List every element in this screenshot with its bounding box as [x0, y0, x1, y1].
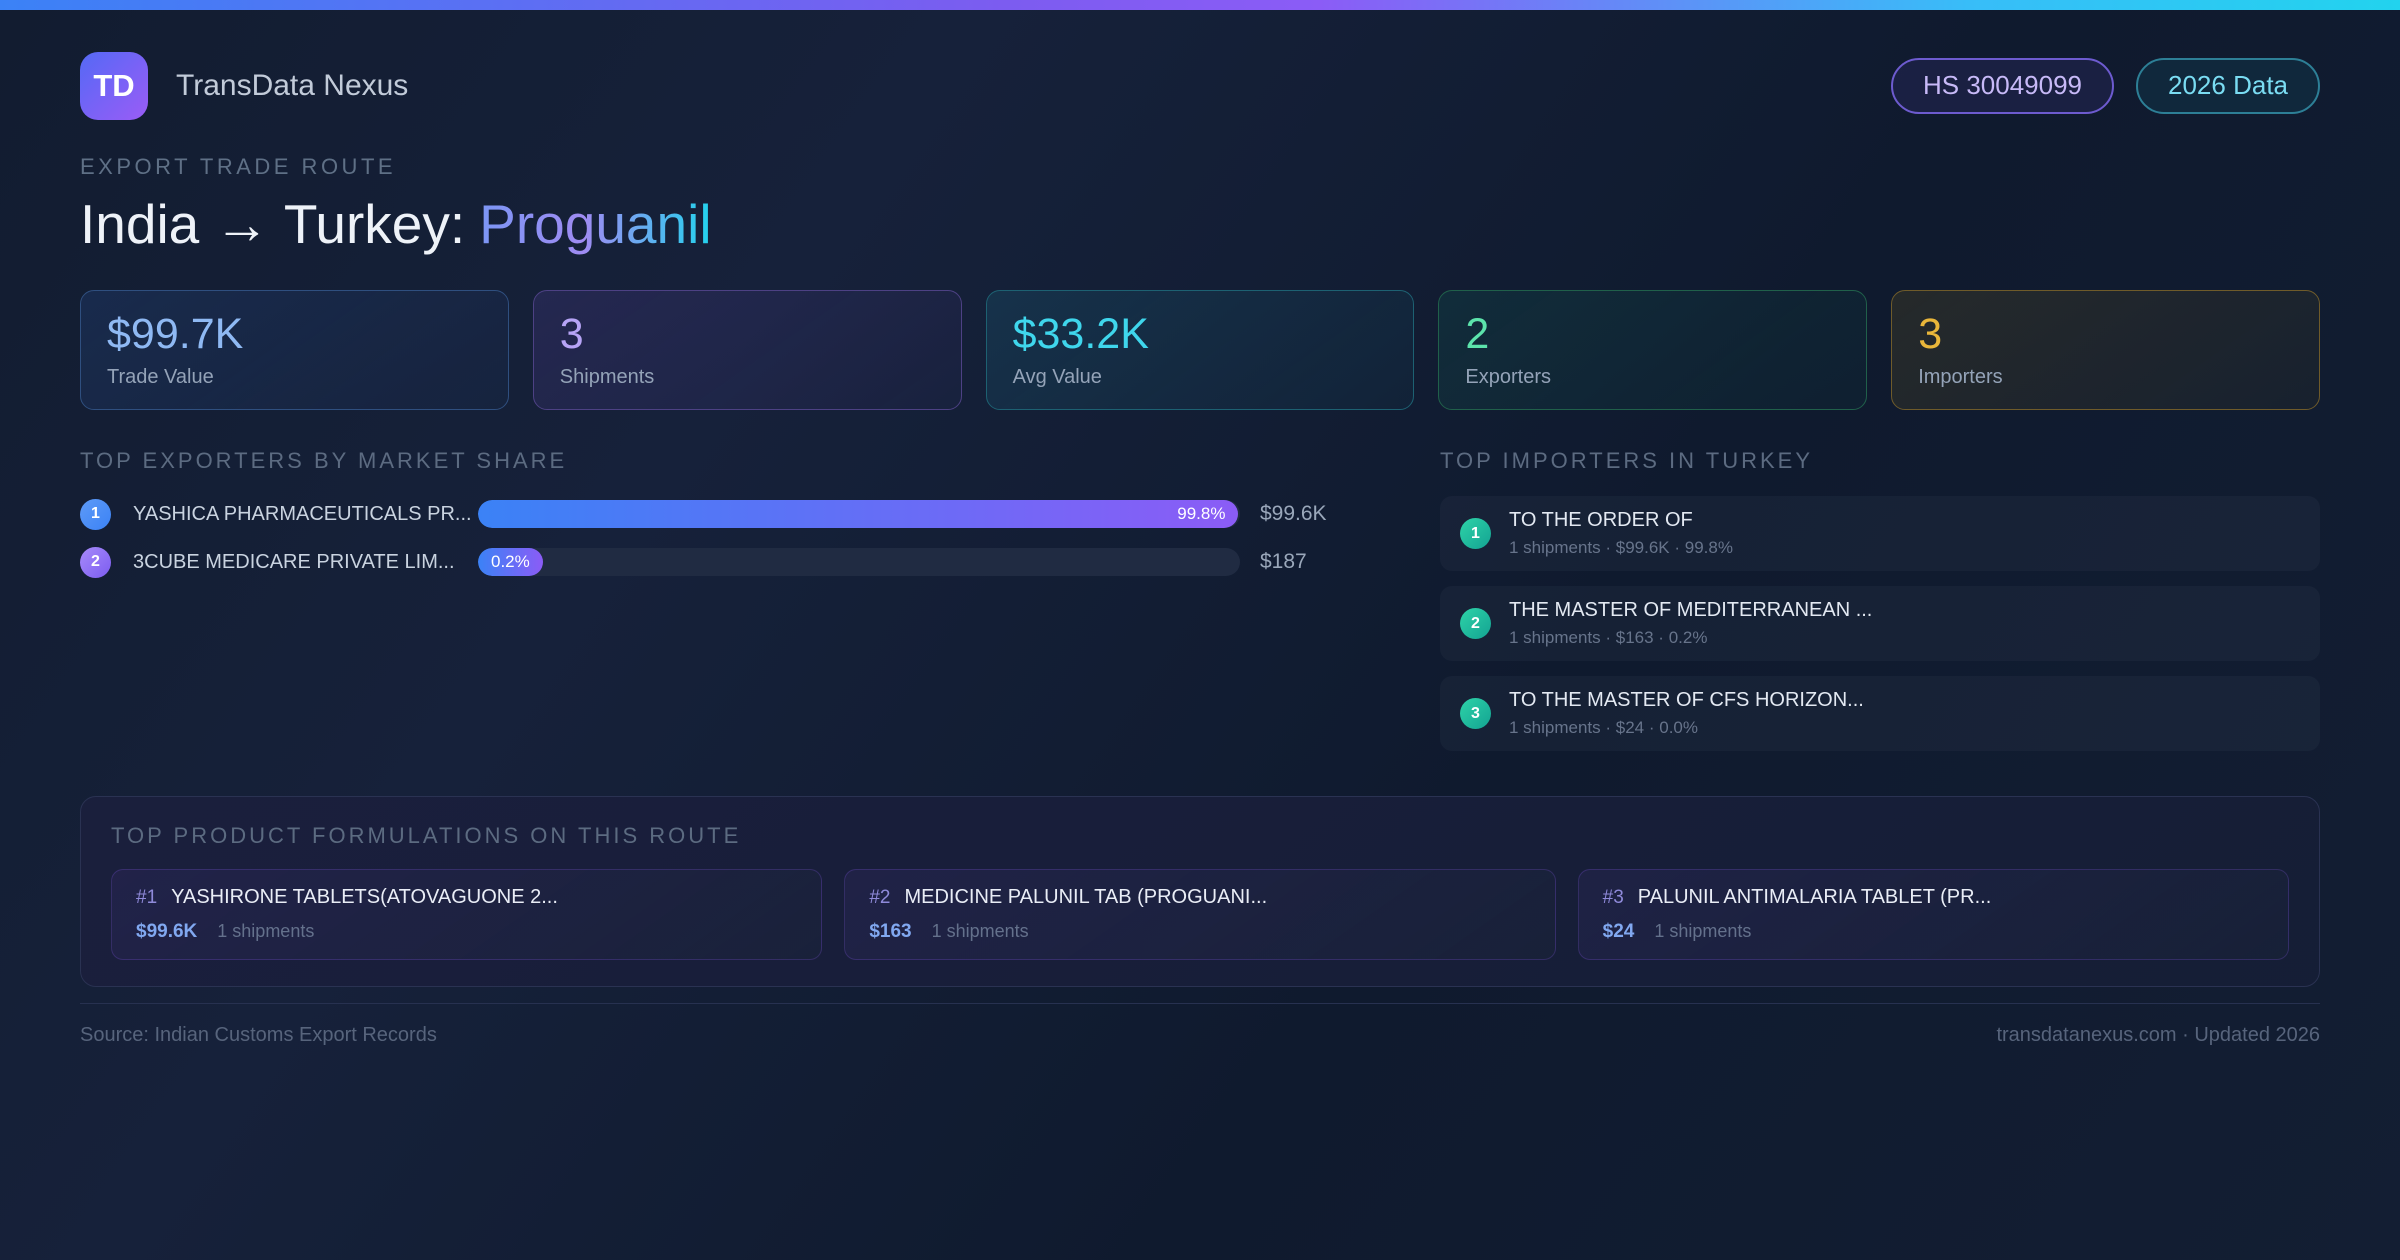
importer-name: THE MASTER OF MEDITERRANEAN ...	[1509, 599, 1873, 622]
stat-value: 3	[1918, 310, 1943, 358]
importer-meta: 1 shipments · $24 · 0.0%	[1509, 718, 1698, 738]
year-data-badge[interactable]: 2026 Data	[2136, 58, 2320, 114]
exporter-row: 1 YASHICA PHARMACEUTICALS PR... 99.8% $9…	[80, 496, 1360, 532]
market-share-percent: 99.8%	[1177, 504, 1226, 524]
top-accent-bar	[0, 0, 2400, 10]
product-title-row: #2 MEDICINE PALUNIL TAB (PROGUANI...	[869, 886, 1530, 909]
stat-card-avg-value: $33.2K Avg Value	[985, 290, 1415, 411]
footer: Source: Indian Customs Export Records tr…	[80, 1024, 2320, 1047]
product-shipments: 1 shipments	[217, 921, 315, 942]
importer-row: 1 TO THE ORDER OF 1 shipments · $99.6K ·…	[1440, 496, 2320, 572]
importer-name: TO THE MASTER OF CFS HORIZON...	[1509, 689, 1864, 712]
stat-card-exporters: 2 Exporters	[1438, 290, 1868, 411]
exporter-value: $99.6K	[1260, 502, 1327, 526]
importer-text: THE MASTER OF MEDITERRANEAN ... 1 shipme…	[1509, 599, 1872, 648]
importer-row: 3 TO THE MASTER OF CFS HORIZON... 1 ship…	[1440, 676, 2320, 752]
exporters-heading: TOP EXPORTERS BY MARKET SHARE	[80, 448, 568, 474]
footer-site: transdatanexus.com · Updated 2026	[1996, 1024, 2320, 1047]
product-name: PALUNIL ANTIMALARIA TABLET (PR...	[1637, 886, 1992, 909]
stat-label: Trade Value	[107, 366, 214, 389]
product-rank: #2	[869, 887, 891, 909]
importers-heading: TOP IMPORTERS IN TURKEY	[1440, 448, 1813, 474]
rank-badge: 3	[1460, 698, 1491, 730]
stat-value: $33.2K	[1012, 310, 1149, 358]
rank-badge: 1	[80, 498, 111, 530]
importer-text: TO THE MASTER OF CFS HORIZON... 1 shipme…	[1509, 689, 1864, 738]
page-title-route: India → Turkey:	[80, 193, 466, 255]
product-rank: #3	[1602, 887, 1624, 909]
importer-meta: 1 shipments · $163 · 0.2%	[1509, 628, 1708, 648]
stat-cards: $99.7K Trade Value 3 Shipments $33.2K Av…	[80, 290, 2320, 411]
eyebrow-label: EXPORT TRADE ROUTE	[80, 154, 397, 179]
stat-value: 3	[559, 310, 584, 358]
stat-value: $99.7K	[107, 310, 244, 358]
page-title: India → Turkey: Proguanil	[80, 192, 2320, 256]
product-value: $24	[1602, 921, 1635, 943]
product-card: #1 YASHIRONE TABLETS(ATOVAGUONE 2... $99…	[111, 869, 823, 961]
stat-card-shipments: 3 Shipments	[532, 290, 962, 411]
importer-text: TO THE ORDER OF 1 shipments · $99.6K · 9…	[1509, 509, 1733, 558]
importers-list: 1 TO THE ORDER OF 1 shipments · $99.6K ·…	[1440, 496, 2320, 752]
product-card: #3 PALUNIL ANTIMALARIA TABLET (PR... $24…	[1577, 869, 2289, 961]
product-meta-row: $99.6K 1 shipments	[136, 921, 797, 943]
header-badges: HS 30049099 2026 Data	[1890, 58, 2320, 114]
rank-badge: 2	[80, 546, 111, 578]
market-share-bar-track: 0.2%	[478, 548, 1240, 577]
market-share-bar-fill: 0.2%	[478, 548, 543, 577]
market-share-bar-fill: 99.8%	[478, 500, 1239, 529]
stat-card-importers: 3 Importers	[1891, 290, 2320, 411]
stat-value: 2	[1465, 310, 1490, 358]
stat-card-trade-value: $99.7K Trade Value	[80, 290, 509, 411]
product-rank: #1	[136, 887, 158, 909]
exporters-list: 1 YASHICA PHARMACEUTICALS PR... 99.8% $9…	[80, 496, 1360, 580]
product-value: $99.6K	[136, 921, 198, 943]
product-card: #2 MEDICINE PALUNIL TAB (PROGUANI... $16…	[844, 869, 1556, 961]
product-meta-row: $24 1 shipments	[1603, 921, 2264, 943]
header: TD TransData Nexus HS 30049099 2026 Data	[80, 52, 2320, 120]
product-title-row: #1 YASHIRONE TABLETS(ATOVAGUONE 2...	[136, 886, 797, 909]
footer-divider	[80, 1003, 2320, 1005]
products-heading: TOP PRODUCT FORMULATIONS ON THIS ROUTE	[111, 823, 742, 849]
page-title-product: Proguanil	[479, 193, 712, 255]
products-panel: TOP PRODUCT FORMULATIONS ON THIS ROUTE #…	[80, 796, 2320, 988]
two-column-section: TOP EXPORTERS BY MARKET SHARE 1 YASHICA …	[80, 448, 2320, 766]
stat-label: Importers	[1918, 366, 2003, 389]
product-shipments: 1 shipments	[931, 921, 1029, 942]
product-value: $163	[869, 921, 912, 943]
products-grid: #1 YASHIRONE TABLETS(ATOVAGUONE 2... $99…	[111, 869, 2289, 961]
product-name: MEDICINE PALUNIL TAB (PROGUANI...	[904, 886, 1268, 909]
exporter-name: YASHICA PHARMACEUTICALS PR...	[133, 502, 472, 525]
exporters-section: TOP EXPORTERS BY MARKET SHARE 1 YASHICA …	[80, 448, 1360, 766]
importers-section: TOP IMPORTERS IN TURKEY 1 TO THE ORDER O…	[1440, 448, 2320, 766]
stat-label: Shipments	[559, 366, 655, 389]
exporter-value: $187	[1260, 550, 1307, 574]
stat-label: Exporters	[1465, 366, 1551, 389]
brand: TD TransData Nexus	[80, 52, 408, 120]
rank-badge: 2	[1460, 608, 1491, 640]
rank-badge: 1	[1460, 518, 1491, 550]
importer-name: TO THE ORDER OF	[1509, 509, 1693, 532]
importer-meta: 1 shipments · $99.6K · 99.8%	[1509, 538, 1733, 558]
product-title-row: #3 PALUNIL ANTIMALARIA TABLET (PR...	[1603, 886, 2264, 909]
product-shipments: 1 shipments	[1654, 921, 1752, 942]
app-name: TransData Nexus	[176, 69, 409, 102]
market-share-percent: 0.2%	[491, 552, 530, 572]
product-name: YASHIRONE TABLETS(ATOVAGUONE 2...	[171, 886, 558, 909]
market-share-bar-track: 99.8%	[478, 500, 1240, 529]
stat-label: Avg Value	[1012, 366, 1102, 389]
app-logo: TD	[80, 52, 148, 120]
importer-row: 2 THE MASTER OF MEDITERRANEAN ... 1 ship…	[1440, 586, 2320, 662]
product-meta-row: $163 1 shipments	[869, 921, 1530, 943]
footer-source: Source: Indian Customs Export Records	[80, 1024, 437, 1047]
exporter-name: 3CUBE MEDICARE PRIVATE LIM...	[133, 550, 455, 573]
exporter-row: 2 3CUBE MEDICARE PRIVATE LIM... 0.2% $18…	[80, 544, 1360, 580]
hs-code-badge[interactable]: HS 30049099	[1890, 58, 2115, 114]
page-container: TD TransData Nexus HS 30049099 2026 Data…	[0, 52, 2400, 1047]
